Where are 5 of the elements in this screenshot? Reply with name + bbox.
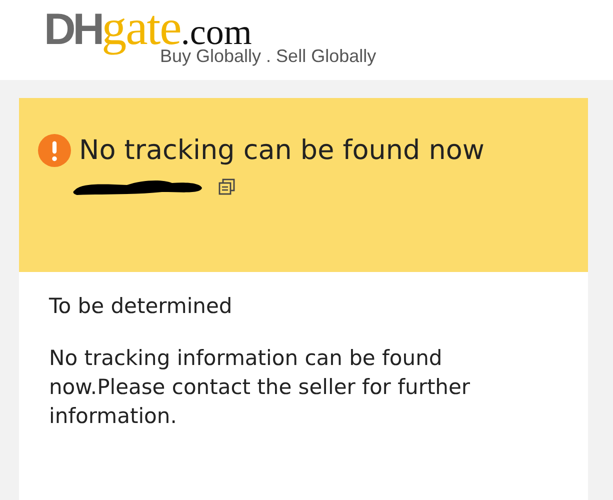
copy-icon[interactable] <box>218 178 236 196</box>
status-text: To be determined <box>49 294 234 318</box>
warning-icon <box>38 134 71 167</box>
message-text: No tracking information can be found now.Please contact the seller for further information. <box>49 345 472 430</box>
alert-title: No tracking can be found now <box>79 135 484 166</box>
